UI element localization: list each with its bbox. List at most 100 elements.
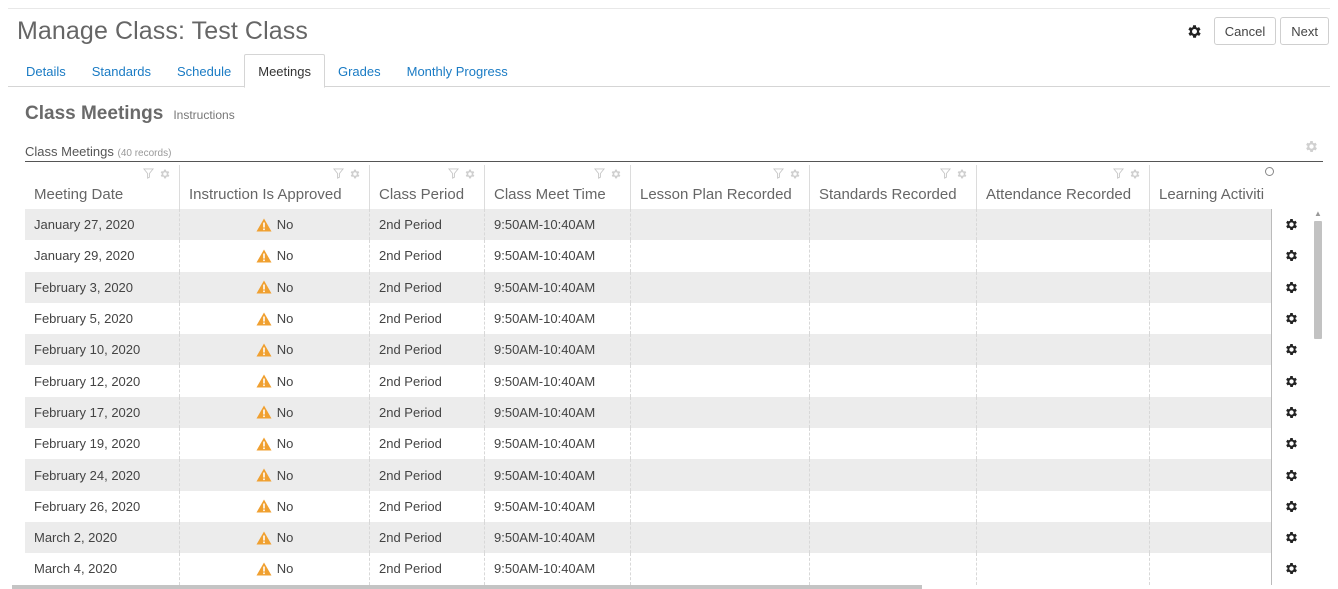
row-gear-icon[interactable] — [1272, 303, 1311, 334]
row-gear-icon[interactable] — [1272, 522, 1311, 553]
table-row[interactable]: January 29, 2020 No 2nd Period 9:50AM-10:40… — [25, 240, 1271, 272]
meetings-grid: Meeting Date Instruction Is Approved Class… — [25, 165, 1323, 589]
table-row[interactable]: February 19, 2020 No 2nd Period 9:50AM-10:4… — [25, 428, 1271, 460]
column-gear-icon[interactable] — [1129, 168, 1141, 180]
row-gear-icon[interactable] — [1272, 240, 1311, 271]
row-gear-icon[interactable] — [1272, 209, 1311, 240]
cell-text: No — [276, 530, 294, 546]
column-header-lesson-plan-recorded[interactable]: Lesson Plan Recorded — [631, 165, 810, 209]
cell-class-period: 2nd Period — [370, 271, 485, 303]
cell-learning-activities — [1150, 491, 1271, 522]
grid-title: Class Meetings (40 records) — [25, 144, 171, 159]
cell-text: January 27, 2020 — [34, 217, 135, 233]
cell-instruction-approved: No — [180, 209, 370, 241]
column-header-label: Class Meet Time — [494, 186, 606, 203]
filter-icon[interactable] — [333, 168, 344, 180]
cell-text: 9:50AM-10:40AM — [494, 217, 596, 233]
cell-text: No — [276, 467, 294, 483]
column-header-class-meet-time[interactable]: Class Meet Time — [485, 165, 631, 209]
instructions-link[interactable]: Instructions — [173, 108, 234, 122]
cell-standards-recorded — [810, 302, 977, 335]
next-button[interactable]: Next — [1280, 17, 1329, 45]
table-row[interactable]: February 3, 2020 No 2nd Period 9:50AM-10:40… — [25, 271, 1271, 303]
column-tools — [594, 168, 622, 180]
row-gear-icon[interactable] — [1272, 428, 1311, 459]
filter-icon[interactable] — [594, 168, 605, 180]
column-gear-icon[interactable] — [789, 168, 801, 180]
cell-learning-activities — [1150, 303, 1271, 334]
tab-monthly-progress[interactable]: Monthly Progress — [394, 54, 521, 87]
cell-instruction-approved: No — [180, 521, 370, 554]
cancel-button[interactable]: Cancel — [1213, 17, 1277, 45]
column-header-standards-recorded[interactable]: Standards Recorded — [810, 165, 977, 209]
grid-rows: January 27, 2020 No 2nd Period 9:50AM-10:40… — [25, 209, 1271, 585]
table-row[interactable]: February 26, 2020 No 2nd Period 9:50AM-10:4… — [25, 490, 1271, 522]
warning-icon — [256, 280, 272, 294]
cell-learning-activities — [1150, 397, 1271, 428]
cell-text: February 24, 2020 — [34, 467, 141, 483]
cell-meeting-date: March 4, 2020 — [25, 553, 180, 585]
row-gear-icon[interactable] — [1272, 459, 1311, 490]
table-row[interactable]: February 5, 2020 No 2nd Period 9:50AM-10:40… — [25, 302, 1271, 335]
warning-icon — [256, 218, 272, 232]
column-tools — [448, 168, 476, 180]
cell-attendance-recorded — [977, 428, 1150, 460]
settings-gear-icon[interactable] — [1185, 21, 1205, 41]
cell-learning-activities — [1150, 240, 1271, 271]
scroll-up-arrow-icon[interactable]: ▲ — [1314, 209, 1322, 218]
tab-details[interactable]: Details — [17, 54, 79, 87]
filter-icon[interactable] — [448, 168, 459, 180]
row-gear-icon[interactable] — [1272, 397, 1311, 428]
cell-text: February 5, 2020 — [34, 311, 134, 327]
grid-settings-gear-icon[interactable] — [1304, 139, 1319, 159]
table-row[interactable]: March 2, 2020 No 2nd Period 9:50AM-10:40AM — [25, 521, 1271, 554]
cell-attendance-recorded — [977, 334, 1150, 366]
column-gear-icon[interactable] — [159, 168, 171, 180]
cell-attendance-recorded — [977, 490, 1150, 522]
table-row[interactable]: February 12, 2020 No 2nd Period 9:50AM-10:4… — [25, 365, 1271, 397]
filter-icon[interactable] — [1113, 168, 1124, 180]
table-row[interactable]: January 27, 2020 No 2nd Period 9:50AM-10:40… — [25, 209, 1271, 241]
cell-text: February 26, 2020 — [34, 498, 141, 514]
table-row[interactable]: February 17, 2020 No 2nd Period 9:50AM-10:4… — [25, 396, 1271, 429]
table-row[interactable]: February 24, 2020 No 2nd Period 9:50AM-10:4… — [25, 459, 1271, 491]
cell-class-period: 2nd Period — [370, 365, 485, 397]
column-header-meeting-date[interactable]: Meeting Date — [25, 165, 180, 209]
column-header-instruction-approved[interactable]: Instruction Is Approved — [180, 165, 370, 209]
filter-icon[interactable] — [940, 168, 951, 180]
filter-icon[interactable] — [143, 168, 154, 180]
cell-attendance-recorded — [977, 365, 1150, 397]
cell-attendance-recorded — [977, 302, 1150, 335]
row-gear-icon[interactable] — [1272, 365, 1311, 396]
vertical-scrollbar[interactable]: ▲ — [1311, 209, 1323, 589]
cell-instruction-approved: No — [180, 490, 370, 522]
horizontal-scrollbar[interactable] — [12, 585, 922, 589]
scrollbar-thumb[interactable] — [1314, 221, 1322, 339]
column-header-learning-activities[interactable]: Learning Activiti — [1150, 165, 1271, 209]
filter-icon[interactable] — [773, 168, 784, 180]
row-gear-icon[interactable] — [1272, 553, 1311, 584]
tab-standards[interactable]: Standards — [79, 54, 164, 87]
tab-grades[interactable]: Grades — [325, 54, 394, 87]
column-gear-icon[interactable] — [956, 168, 968, 180]
column-header-attendance-recorded[interactable]: Attendance Recorded — [977, 165, 1150, 209]
column-header-class-period[interactable]: Class Period — [370, 165, 485, 209]
warning-icon — [256, 343, 272, 357]
tab-schedule[interactable]: Schedule — [164, 54, 244, 87]
table-row[interactable]: March 4, 2020 No 2nd Period 9:50AM-10:40AM — [25, 553, 1271, 585]
row-gear-icon[interactable] — [1272, 334, 1311, 365]
column-resize-handle[interactable] — [1265, 167, 1274, 176]
cell-text: March 4, 2020 — [34, 561, 118, 577]
cell-instruction-approved: No — [180, 334, 370, 366]
row-gear-icon[interactable] — [1272, 272, 1311, 303]
column-gear-icon[interactable] — [610, 168, 622, 180]
tab-meetings[interactable]: Meetings — [244, 54, 325, 88]
cell-class-meet-time: 9:50AM-10:40AM — [485, 459, 631, 491]
column-gear-icon[interactable] — [349, 168, 361, 180]
column-gear-icon[interactable] — [464, 168, 476, 180]
table-row[interactable]: February 10, 2020 No 2nd Period 9:50AM-10:4… — [25, 334, 1271, 366]
cell-class-meet-time: 9:50AM-10:40AM — [485, 521, 631, 554]
row-gear-icon[interactable] — [1272, 491, 1311, 522]
cell-text: No — [276, 561, 294, 577]
column-header-label: Attendance Recorded — [986, 186, 1132, 203]
